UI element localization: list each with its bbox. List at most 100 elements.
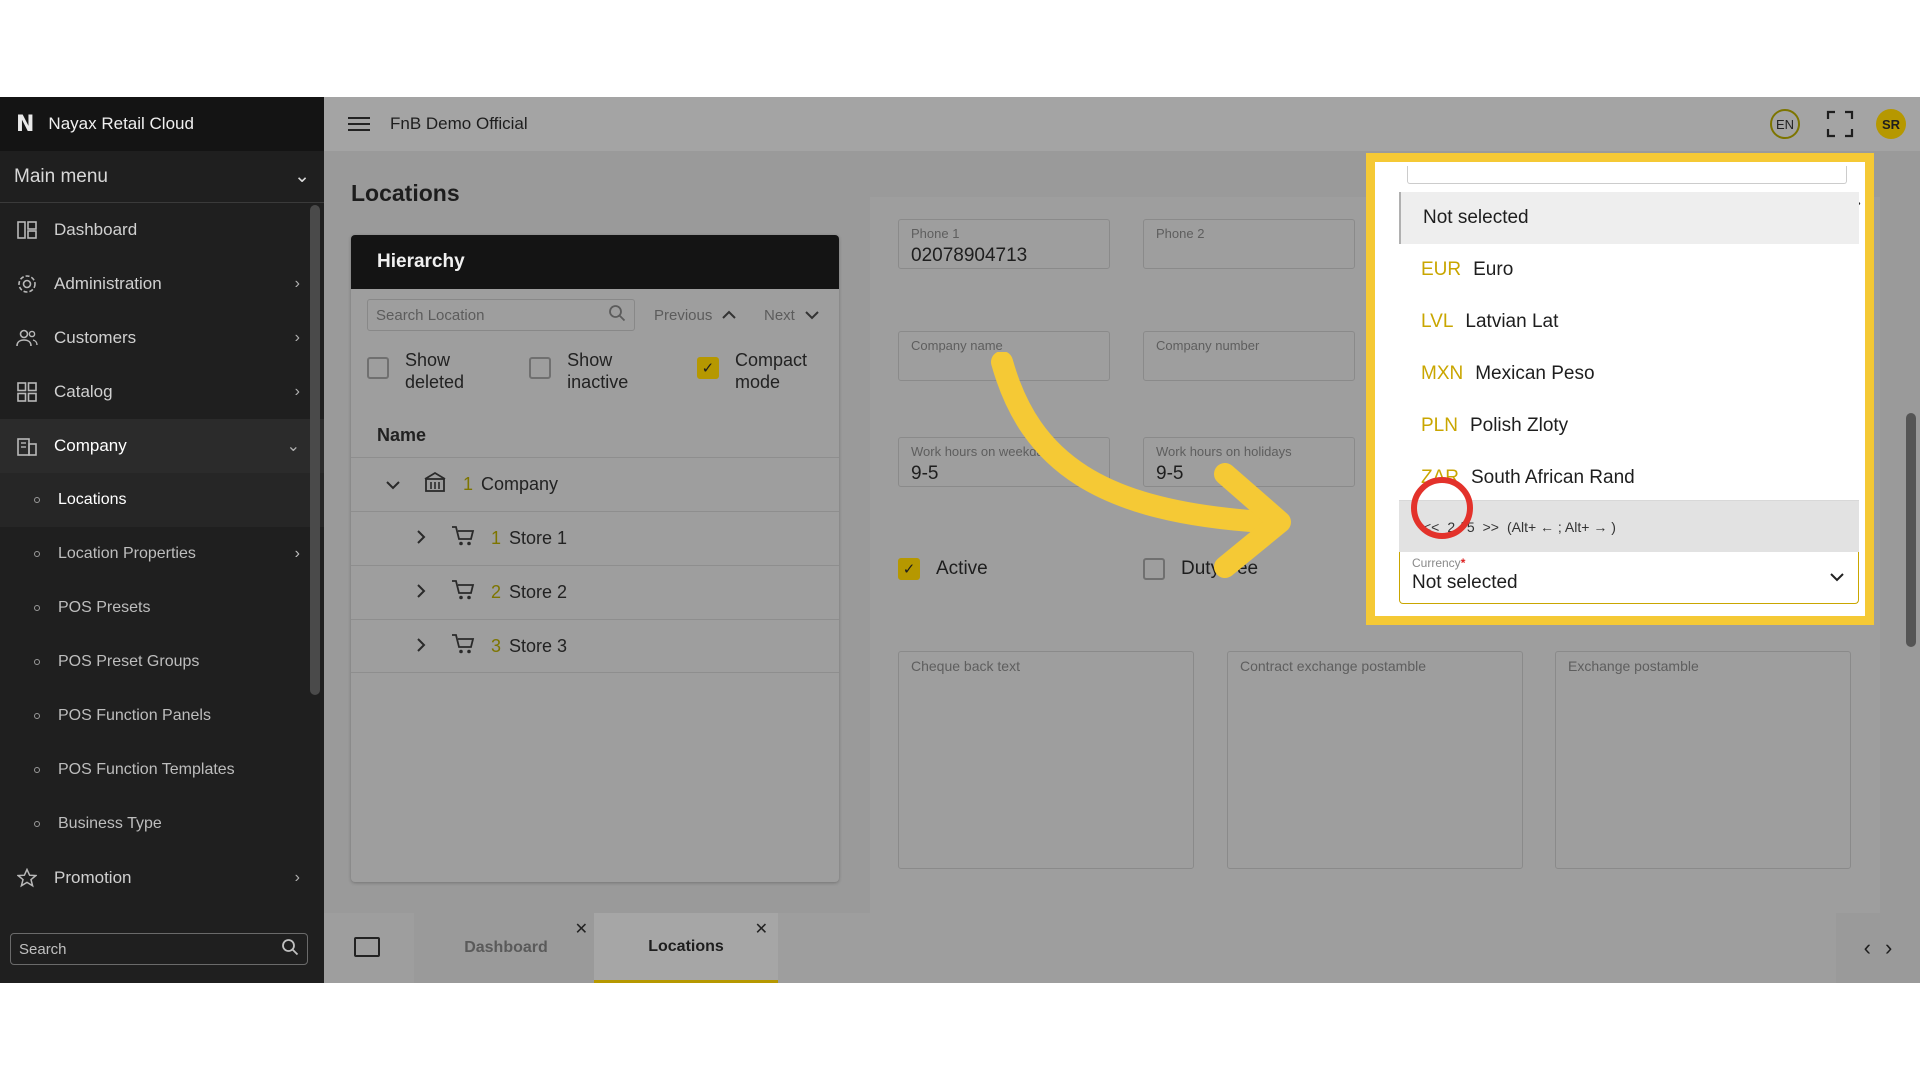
sidebar-subitem-label: POS Presets [58, 599, 151, 616]
currency-code: MXN [1421, 363, 1464, 384]
currency-field-label: Currency [1412, 556, 1461, 570]
sidebar-subitem-location-properties[interactable]: Location Properties › [0, 527, 324, 581]
bullet-icon [34, 551, 40, 557]
currency-option[interactable]: MXN Mexican Peso [1399, 348, 1859, 400]
tree-row-label: Company [481, 474, 559, 494]
tree-row-store-3[interactable]: 3 Store 3 [351, 619, 839, 673]
sidebar-subitem-label: POS Preset Groups [58, 653, 200, 670]
sidebar-subitem-label: Business Type [58, 815, 162, 832]
main-scrollbar[interactable] [1906, 413, 1916, 647]
next-button[interactable]: Next [764, 299, 819, 331]
tree-row-number: 1 [491, 528, 502, 548]
sidebar-subitem-pos-function-panels[interactable]: POS Function Panels [0, 689, 324, 743]
sidebar-item-label: Catalog [54, 382, 113, 401]
sidebar-subitem-pos-function-templates[interactable]: POS Function Templates [0, 743, 324, 797]
sidebar-scrollbar[interactable] [310, 205, 320, 695]
sidebar-subitem-locations[interactable]: Locations [0, 473, 324, 527]
tab-label: Locations [648, 937, 724, 955]
chevron-right-icon[interactable] [411, 528, 431, 549]
bullet-icon [34, 713, 40, 719]
window-icon[interactable] [354, 937, 380, 957]
chevron-down-icon[interactable] [383, 474, 403, 495]
required-marker: * [1460, 556, 1466, 570]
sidebar-item-customers[interactable]: Customers › [0, 311, 324, 365]
chevron-right-icon: › [294, 869, 300, 886]
chevron-right-icon[interactable] [411, 636, 431, 657]
chevron-down-icon: ⌄ [294, 166, 310, 187]
search-icon [281, 938, 299, 960]
currency-option[interactable]: LVL Latvian Lat [1399, 296, 1859, 348]
checkbox-label-line: Compact [734, 350, 807, 370]
sidebar-subitem-pos-presets[interactable]: POS Presets [0, 581, 324, 635]
chevron-right-icon: › [294, 275, 300, 292]
main-menu-label: Main menu [14, 165, 108, 187]
tab-locations[interactable]: Locations ✕ [594, 913, 778, 983]
phone-2-field[interactable]: Phone 2 [1143, 219, 1355, 269]
sidebar-item-administration[interactable]: Administration › [0, 257, 324, 311]
hamburger-menu-icon[interactable] [348, 113, 370, 135]
checkbox-label-line: mode [734, 372, 780, 392]
exchange-postamble-field[interactable]: Exchange postamble [1555, 651, 1851, 869]
tab-dashboard[interactable]: Dashboard ✕ [414, 913, 598, 983]
sidebar-item-label: Customers [54, 328, 137, 347]
sidebar-search-placeholder: Search [19, 940, 67, 958]
currency-options-list: Not selected EUR Euro LVL Latvian Lat MX… [1399, 192, 1859, 504]
fullscreen-icon[interactable] [1826, 110, 1854, 138]
close-icon[interactable]: ✕ [575, 919, 588, 939]
next-label: Next [764, 306, 795, 324]
currency-code: LVL [1421, 311, 1454, 332]
contract-exchange-postamble-field[interactable]: Contract exchange postamble [1227, 651, 1523, 869]
show-inactive-checkbox[interactable]: Show inactive [529, 349, 677, 393]
check-icon: ✓ [696, 357, 719, 379]
language-button[interactable]: EN [1770, 109, 1800, 139]
chevron-left-icon[interactable]: ‹ [1864, 935, 1871, 961]
field-value: 02078904713 [911, 245, 1028, 266]
user-avatar[interactable]: SR [1876, 109, 1906, 139]
sidebar-item-company[interactable]: Company ⌄ [0, 419, 324, 473]
tree-row-company[interactable]: 1 Company [351, 457, 839, 511]
tree-row-store-2[interactable]: 2 Store 2 [351, 565, 839, 619]
chevron-right-icon[interactable]: › [1885, 935, 1892, 961]
close-icon[interactable]: ✕ [755, 919, 768, 939]
chevron-right-icon: › [294, 383, 300, 400]
star-icon [16, 867, 38, 889]
currency-option[interactable]: PLN Polish Zloty [1399, 400, 1859, 452]
currency-option[interactable]: EUR Euro [1399, 244, 1859, 296]
chevron-down-icon [805, 307, 819, 324]
active-checkbox[interactable]: ✓ Active [898, 558, 988, 580]
sidebar-search-input[interactable]: Search [10, 933, 308, 965]
bullet-icon [34, 659, 40, 665]
sidebar-subitem-pos-preset-groups[interactable]: POS Preset Groups [0, 635, 324, 689]
currency-search-input[interactable] [1407, 166, 1847, 184]
tree-row-store-1[interactable]: 1 Store 1 [351, 511, 839, 565]
top-bar: FnB Demo Official EN SR [324, 97, 1920, 151]
previous-button[interactable]: Previous [654, 299, 737, 331]
annotation-arrow-icon [991, 352, 1291, 578]
currency-option[interactable]: Not selected [1399, 192, 1859, 244]
tab-label: Dashboard [464, 939, 548, 956]
company-building-icon [423, 471, 449, 498]
sidebar-item-promotion[interactable]: Promotion › [0, 851, 324, 905]
users-icon [16, 327, 38, 349]
show-deleted-checkbox[interactable]: Show deleted [367, 349, 509, 393]
location-search-input[interactable]: Search Location [367, 299, 635, 331]
checkbox-label-line: Show [567, 350, 613, 370]
chevron-right-icon: › [294, 545, 300, 562]
sidebar-item-catalog[interactable]: Catalog › [0, 365, 324, 419]
compact-mode-checkbox[interactable]: ✓ Compact mode [696, 349, 807, 393]
cheque-back-text-field[interactable]: Cheque back text [898, 651, 1194, 869]
field-label: Phone 1 [911, 226, 960, 241]
bullet-icon [34, 821, 40, 827]
chevron-right-icon[interactable] [411, 582, 431, 603]
tree-row-number: 2 [491, 582, 502, 602]
checkbox-box [367, 357, 389, 379]
sidebar-item-dashboard[interactable]: Dashboard [0, 203, 324, 257]
cart-icon [451, 525, 477, 552]
checkbox-label-line: deleted [405, 372, 465, 392]
phone-1-field[interactable]: Phone 1 02078904713 [898, 219, 1110, 269]
main-menu-toggle[interactable]: Main menu ⌄ [0, 151, 324, 203]
search-icon [608, 304, 626, 326]
next-page-button[interactable]: >> [1483, 519, 1499, 535]
currency-select[interactable]: Currency* Not selected [1399, 552, 1859, 604]
sidebar-subitem-business-type[interactable]: Business Type [0, 797, 324, 851]
